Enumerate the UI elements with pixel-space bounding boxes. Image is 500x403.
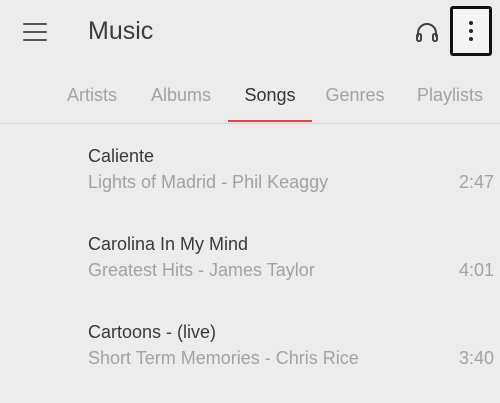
music-app: Music Artists Albums Songs Genres Playli… [0, 0, 500, 403]
more-dot [469, 29, 473, 33]
menu-bar [23, 23, 47, 25]
song-album-artist: Lights of Madrid - Phil Keaggy [88, 172, 329, 192]
active-tab-indicator [228, 120, 312, 122]
more-vertical-icon[interactable] [450, 6, 492, 56]
tab-songs[interactable]: Songs [228, 68, 312, 123]
tab-playlists[interactable]: Playlists [404, 68, 496, 123]
more-dot [469, 21, 473, 25]
song-duration: 2:47 [458, 172, 494, 192]
song-album-artist: Short Term Memories - Chris Rice [88, 348, 359, 368]
song-album-artist: Greatest Hits - James Taylor [88, 260, 315, 280]
menu-bar [23, 31, 47, 33]
headphones-icon[interactable] [412, 18, 442, 46]
page-title: Music [88, 17, 154, 45]
category-tabs: Artists Albums Songs Genres Playlists [0, 68, 500, 124]
tab-genres[interactable]: Genres [318, 68, 392, 123]
list-item[interactable]: Caliente Lights of Madrid - Phil Keaggy … [0, 124, 500, 212]
song-duration: 4:01 [458, 260, 494, 280]
tab-albums[interactable]: Albums [140, 68, 222, 123]
headphones-icon-svg [416, 23, 438, 42]
song-duration: 3:40 [458, 348, 494, 368]
hamburger-menu-icon[interactable] [18, 16, 52, 48]
more-dot [469, 37, 473, 41]
song-title: Cartoons - (live) [88, 322, 217, 342]
song-title: Caliente [88, 146, 155, 166]
list-item[interactable]: Cartoons - (live) Short Term Memories - … [0, 300, 500, 388]
top-app-bar: Music [0, 0, 500, 64]
list-item[interactable]: Carolina In My Mind Greatest Hits - Jame… [0, 212, 500, 300]
menu-bar [23, 39, 47, 41]
song-title: Carolina In My Mind [88, 234, 249, 254]
tab-artists[interactable]: Artists [52, 68, 132, 123]
